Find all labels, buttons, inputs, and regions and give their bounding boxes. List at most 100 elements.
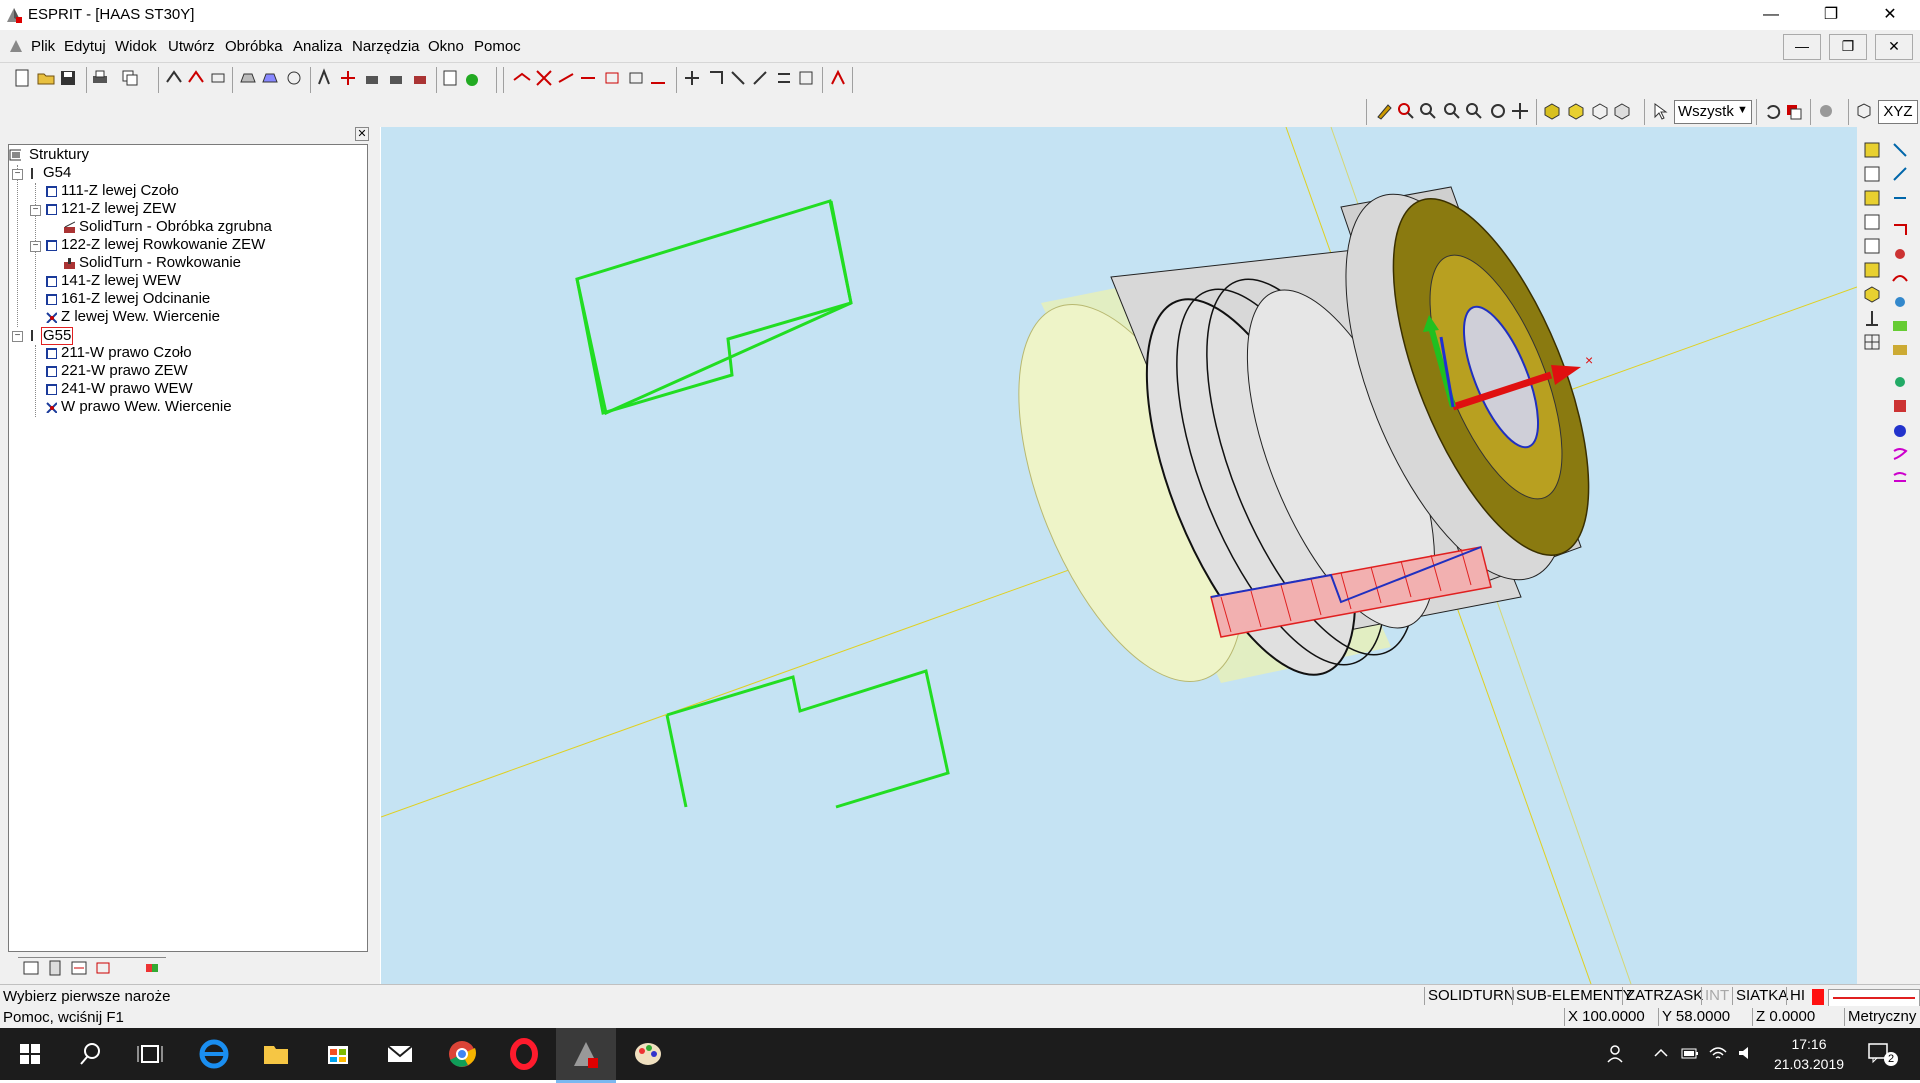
layer-box-icon[interactable] — [208, 68, 228, 88]
task-view-icon[interactable] — [130, 1034, 170, 1074]
feature-tool-7-icon[interactable] — [1863, 285, 1881, 303]
tree-op-drill-left[interactable]: Z lewej Wew. Wiercenie — [61, 307, 220, 327]
milling-op-1-icon[interactable] — [682, 68, 702, 88]
layers-tab-icon[interactable] — [94, 960, 112, 976]
paint-icon[interactable] — [628, 1034, 668, 1074]
milling-op-5-icon[interactable] — [774, 68, 794, 88]
milling-op-2-icon[interactable] — [706, 68, 726, 88]
geometry-tool-10-icon[interactable] — [1891, 373, 1909, 391]
shaded-edges-icon[interactable] — [1566, 101, 1586, 121]
color-swatch-red[interactable] — [1812, 989, 1824, 1005]
feature-tool-9-icon[interactable] — [1863, 333, 1881, 351]
chevron-up-icon[interactable] — [1652, 1044, 1670, 1062]
wireframe-view-icon[interactable] — [1590, 101, 1610, 121]
geometry-tool-13-icon[interactable] — [1891, 445, 1909, 463]
turning-op-7-icon[interactable] — [648, 68, 668, 88]
turning-op-3-icon[interactable] — [556, 68, 576, 88]
hidden-line-icon[interactable] — [1612, 101, 1632, 121]
layer-icon[interactable] — [164, 68, 184, 88]
turning-op-2-icon[interactable] — [534, 68, 554, 88]
layer-red-icon[interactable] — [186, 68, 206, 88]
tree-root-label[interactable]: Struktury — [29, 145, 89, 165]
zoom-out-icon[interactable] — [1442, 101, 1462, 121]
select-cursor-icon[interactable] — [1650, 101, 1670, 121]
palette-tab-icon[interactable] — [144, 960, 162, 976]
tree-op-122-child[interactable]: SolidTurn - Rowkowanie — [79, 253, 241, 273]
feature-tool-4-icon[interactable] — [1863, 213, 1881, 231]
feature-tool-8-icon[interactable] — [1863, 309, 1881, 327]
close-button[interactable]: ✕ — [1860, 0, 1920, 30]
pan-icon[interactable] — [1510, 101, 1530, 121]
3d-viewport[interactable]: × — [381, 127, 1857, 984]
tree-op-121-child[interactable]: SolidTurn - Obróbka zgrubna — [79, 217, 272, 237]
tree-op-141[interactable]: 141-Z lewej WEW — [61, 271, 181, 291]
feature-tool-2-icon[interactable] — [1863, 165, 1881, 183]
geometry-tool-14-icon[interactable] — [1891, 469, 1909, 487]
new-file-icon[interactable] — [12, 68, 32, 88]
zoom-fit-icon[interactable] — [1464, 101, 1484, 121]
battery-icon[interactable] — [1680, 1044, 1700, 1062]
menu-okno[interactable]: Okno — [428, 38, 464, 55]
mode-zatrzask[interactable]: ZATRZASK — [1622, 987, 1706, 1005]
turning-op-5-icon[interactable] — [602, 68, 622, 88]
tree-op-111[interactable]: 111-Z lewej Czoło — [61, 181, 179, 201]
units-label[interactable]: Metryczny — [1844, 1008, 1919, 1026]
geometry-tool-1-icon[interactable] — [1891, 141, 1909, 159]
line-style-selector[interactable] — [1828, 989, 1920, 1007]
undo-view-icon[interactable] — [1762, 101, 1782, 121]
menu-analiza[interactable]: Analiza — [293, 38, 342, 55]
stock-blue-icon[interactable] — [260, 68, 280, 88]
menu-obrobka[interactable]: Obróbka — [225, 38, 283, 55]
simulation-icon[interactable] — [828, 68, 848, 88]
geometry-tool-5-icon[interactable] — [1891, 245, 1909, 263]
rotate-icon[interactable] — [284, 68, 304, 88]
mail-icon[interactable] — [380, 1034, 420, 1074]
chrome-icon[interactable] — [442, 1034, 482, 1074]
geometry-tool-4-icon[interactable] — [1891, 221, 1909, 239]
tool-b-icon[interactable] — [338, 68, 358, 88]
operations-tab-icon[interactable] — [70, 960, 88, 976]
tool-e-icon[interactable] — [410, 68, 430, 88]
xyz-view-button[interactable]: XYZ — [1878, 100, 1918, 124]
menu-plik[interactable]: Plik — [31, 38, 55, 55]
geometry-tool-2-icon[interactable] — [1891, 165, 1909, 183]
tree-op-121[interactable]: 121-Z lewej ZEW — [61, 199, 176, 219]
selection-filter-dropdown[interactable]: Wszystk ▼ — [1674, 100, 1752, 124]
record-icon[interactable] — [1816, 101, 1836, 121]
tree-op-211[interactable]: 211-W prawo Czoło — [61, 343, 192, 363]
turning-op-1-icon[interactable] — [512, 68, 532, 88]
tools-tab-icon[interactable] — [46, 960, 64, 976]
menu-narzedzia[interactable]: Narzędzia — [352, 38, 420, 55]
geometry-tool-12-icon[interactable] — [1891, 421, 1909, 439]
zoom-in-icon[interactable] — [1418, 101, 1438, 121]
tool-a-icon[interactable] — [314, 68, 334, 88]
mdi-close-button[interactable]: ✕ — [1875, 34, 1913, 60]
mdi-minimize-button[interactable]: — — [1783, 34, 1821, 60]
geometry-tool-6-icon[interactable] — [1891, 269, 1909, 287]
clock-date[interactable]: 21.03.2019 — [1770, 1056, 1848, 1072]
wifi-icon[interactable] — [1708, 1044, 1728, 1062]
clock-time[interactable]: 17:16 — [1776, 1036, 1842, 1052]
mode-hi[interactable]: HI — [1786, 987, 1808, 1005]
volume-icon[interactable] — [1736, 1044, 1756, 1062]
open-folder-icon[interactable] — [36, 68, 56, 88]
mode-sub-elementy[interactable]: SUB-ELEMENTY — [1512, 987, 1636, 1005]
mode-solidturn[interactable]: SOLIDTURN — [1424, 987, 1518, 1005]
cad-scene[interactable]: × — [381, 127, 1857, 984]
stock-icon[interactable] — [238, 68, 258, 88]
geometry-tool-11-icon[interactable] — [1891, 397, 1909, 415]
rotate-view-icon[interactable] — [1488, 101, 1508, 121]
menu-widok[interactable]: Widok — [115, 38, 157, 55]
tree-op-241[interactable]: 241-W prawo WEW — [61, 379, 193, 399]
turning-op-6-icon[interactable] — [626, 68, 646, 88]
expand-toggle[interactable]: − — [30, 241, 41, 252]
geometry-tool-3-icon[interactable] — [1891, 189, 1909, 207]
menu-utworz[interactable]: Utwórz — [168, 38, 215, 55]
expand-toggle[interactable]: − — [12, 169, 23, 180]
turning-op-4-icon[interactable] — [578, 68, 598, 88]
tool-d-icon[interactable] — [386, 68, 406, 88]
copy-icon[interactable] — [120, 68, 140, 88]
tree-op-221[interactable]: 221-W prawo ZEW — [61, 361, 188, 381]
add-green-icon[interactable] — [462, 68, 482, 88]
feature-tool-3-icon[interactable] — [1863, 189, 1881, 207]
